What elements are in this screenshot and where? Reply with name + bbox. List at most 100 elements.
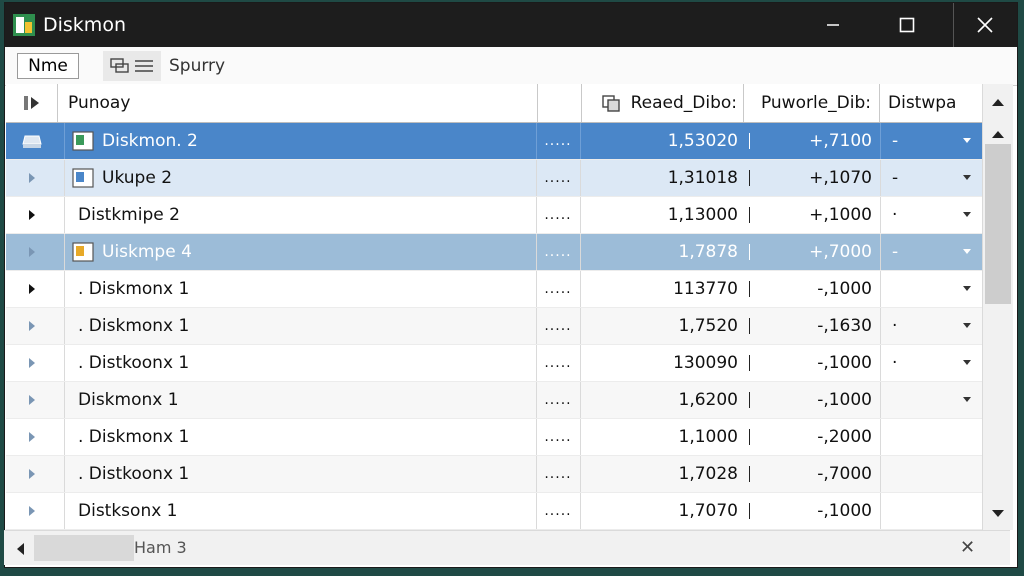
minimize-button[interactable] <box>811 3 855 47</box>
row-dist-value: · <box>892 316 898 336</box>
row-expand-toggle[interactable] <box>6 419 58 455</box>
table-row[interactable]: Diskmon. 2..... 1,53020 +,7100- <box>6 123 982 160</box>
expand-icon[interactable] <box>27 505 37 517</box>
row-expand-toggle[interactable] <box>6 271 58 307</box>
expand-column-header[interactable] <box>6 84 58 122</box>
title-bar[interactable]: Diskmon <box>5 3 1017 47</box>
row-dots: ..... <box>544 503 572 519</box>
expand-icon[interactable] <box>27 172 37 184</box>
row-read-bar <box>744 271 754 307</box>
expand-icon[interactable] <box>27 468 37 480</box>
table-row[interactable]: Distksonx 1..... 1,7070 -,1000 <box>6 493 982 530</box>
row-expand-toggle[interactable] <box>6 123 58 159</box>
column-header-write[interactable]: Puworle_Dib: <box>744 84 880 122</box>
horizontal-scroll-thumb[interactable] <box>34 535 134 561</box>
row-expand-toggle[interactable] <box>6 308 58 344</box>
chevron-down-icon[interactable] <box>962 359 972 367</box>
column-header-write-label: Puworle_Dib: <box>760 93 871 113</box>
row-expand-toggle[interactable] <box>6 160 58 196</box>
expand-icon[interactable] <box>27 431 37 443</box>
vertical-scroll-thumb[interactable] <box>985 144 1011 304</box>
row-name: . Diskmonx 1 <box>78 279 190 299</box>
row-name: Uiskmpe 4 <box>102 242 192 262</box>
table-row[interactable]: . Distkoonx 1..... 130090 -,1000 · <box>6 345 982 382</box>
column-header-read[interactable]: Reaed_Dibo: <box>582 84 744 122</box>
chevron-down-icon[interactable] <box>962 248 972 256</box>
name-button[interactable]: Nme <box>17 53 79 79</box>
row-dist-cell[interactable]: · <box>880 197 982 233</box>
scroll-up-icon[interactable] <box>990 96 1006 108</box>
expand-icon[interactable] <box>27 394 37 406</box>
table-row[interactable]: Uiskmpe 4..... 1,7878 +,7000- <box>6 234 982 271</box>
table-row[interactable]: Distkmipe 2..... 1,13000 +,1000 · <box>6 197 982 234</box>
row-name-cell: Diskmonx 1 <box>64 382 536 418</box>
row-dist-cell[interactable] <box>880 271 982 307</box>
row-dots: ..... <box>544 355 572 371</box>
table-row[interactable]: Ukupe 2..... 1,31018 +,1070- <box>6 160 982 197</box>
status-close-icon[interactable]: ✕ <box>960 537 975 558</box>
row-write-value: +,7000 <box>809 242 872 262</box>
expand-icon[interactable] <box>27 320 37 332</box>
row-dist-cell[interactable] <box>880 419 982 455</box>
vertical-scrollbar[interactable] <box>982 84 1013 530</box>
search-field[interactable]: Spurry <box>169 56 225 76</box>
chevron-down-icon[interactable] <box>962 137 972 145</box>
row-dist-cell[interactable]: · <box>880 345 982 381</box>
row-dots: ..... <box>544 318 572 334</box>
row-expand-toggle[interactable] <box>6 493 58 529</box>
drive-icon <box>22 135 42 148</box>
chevron-down-icon[interactable] <box>962 285 972 293</box>
row-name-cell: . Diskmonx 1 <box>64 308 536 344</box>
column-header-blank[interactable] <box>538 84 582 122</box>
tree-view-icon <box>110 58 129 73</box>
row-dist-cell[interactable]: - <box>880 234 982 270</box>
table-body: Diskmon. 2..... 1,53020 +,7100- Ukupe 2....… <box>6 123 982 530</box>
column-header-dist-label: Distwpa <box>888 93 957 113</box>
row-read-value: 1,7028 <box>678 464 738 484</box>
row-expand-toggle[interactable] <box>6 197 58 233</box>
row-dots: ..... <box>544 392 572 408</box>
scroll-down-icon[interactable] <box>990 508 1006 520</box>
row-dist-cell[interactable] <box>880 456 982 492</box>
expand-icon[interactable] <box>27 283 37 295</box>
row-expand-toggle[interactable] <box>6 382 58 418</box>
expand-icon[interactable] <box>27 357 37 369</box>
row-read-bar <box>744 456 754 492</box>
view-toggle-button[interactable] <box>103 51 161 81</box>
scroll-up-icon-secondary[interactable] <box>990 128 1006 140</box>
expand-icon[interactable] <box>27 209 37 221</box>
row-expand-toggle[interactable] <box>6 345 58 381</box>
row-read-value: 1,7520 <box>678 316 738 336</box>
table-row[interactable]: . Diskmonx 1..... 1,1000 -,2000 <box>6 419 982 456</box>
table-row[interactable]: Diskmonx 1..... 1,6200 -,1000 <box>6 382 982 419</box>
scroll-left-icon[interactable] <box>14 541 26 557</box>
row-dist-cell[interactable]: · <box>880 308 982 344</box>
row-name-cell: . Distkoonx 1 <box>64 456 536 492</box>
row-write-value: +,1070 <box>809 168 872 188</box>
row-dist-cell[interactable]: - <box>880 123 982 159</box>
row-read-bar <box>744 308 754 344</box>
column-header-name[interactable]: Punoay <box>58 84 538 122</box>
app-icon <box>13 14 35 36</box>
row-dots: ..... <box>544 170 572 186</box>
column-header-dist[interactable]: Distwpa <box>880 84 982 122</box>
row-read-bar <box>744 419 754 455</box>
chevron-down-icon[interactable] <box>962 211 972 219</box>
table-header: Punoay Reaed_Dibo: Puworle_Dib: Distwpa <box>6 84 982 123</box>
row-dist-cell[interactable] <box>880 493 982 529</box>
row-expand-toggle[interactable] <box>6 456 58 492</box>
table-row[interactable]: . Diskmonx 1..... 1,7520 -,1630 · <box>6 308 982 345</box>
maximize-button[interactable] <box>885 3 929 47</box>
row-expand-toggle[interactable] <box>6 234 58 270</box>
row-dist-cell[interactable]: - <box>880 160 982 196</box>
table-row[interactable]: . Diskmonx 1..... 113770 -,1000 <box>6 271 982 308</box>
expand-icon[interactable] <box>27 246 37 258</box>
chevron-down-icon[interactable] <box>962 396 972 404</box>
row-dist-cell[interactable] <box>880 382 982 418</box>
table-row[interactable]: . Distkoonx 1..... 1,7028 -,7000 <box>6 456 982 493</box>
chevron-down-icon[interactable] <box>962 174 972 182</box>
row-name-cell: Uiskmpe 4 <box>64 234 536 270</box>
row-write-value: -,1630 <box>817 316 872 336</box>
close-button[interactable] <box>953 3 1016 47</box>
chevron-down-icon[interactable] <box>962 322 972 330</box>
